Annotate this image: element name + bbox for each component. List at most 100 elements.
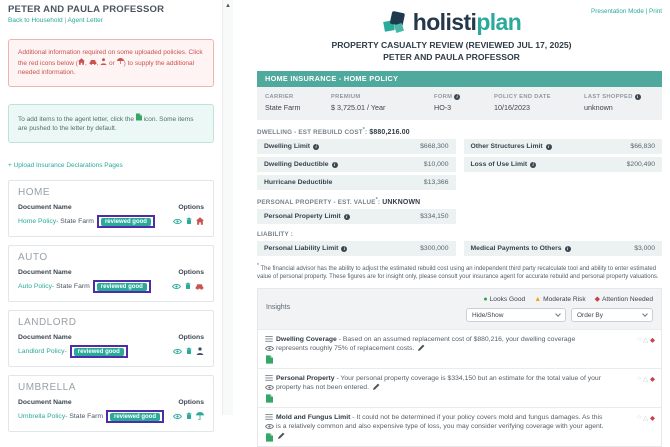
col-document-name: Document Name bbox=[18, 269, 72, 276]
info-icon[interactable]: i bbox=[565, 246, 571, 252]
info-icon[interactable]: i bbox=[454, 94, 460, 100]
eye-icon[interactable] bbox=[265, 345, 274, 352]
logo-text-holisti: holisti bbox=[413, 9, 477, 35]
tip-text: To add items to the agent letter, click … bbox=[18, 116, 136, 123]
status-triangle-icon[interactable]: △ bbox=[643, 336, 648, 364]
drag-handle-icon[interactable] bbox=[265, 414, 273, 420]
house-icon[interactable] bbox=[196, 217, 204, 225]
col-options: Options bbox=[178, 204, 204, 211]
umbrella-icon[interactable] bbox=[196, 412, 204, 420]
policy-card-umbrella: UMBRELLA Document Name Options Umbrella … bbox=[8, 375, 214, 432]
edit-pencil-icon[interactable] bbox=[278, 432, 285, 439]
insight-text: Mold and Fungus Limit - It could not be … bbox=[276, 413, 619, 442]
car-icon[interactable] bbox=[195, 283, 204, 290]
info-icon[interactable]: i bbox=[313, 144, 319, 150]
home-policy-link[interactable]: Home Policy- bbox=[18, 218, 58, 225]
delete-icon[interactable] bbox=[186, 347, 192, 355]
review-status-highlight: reviewed good bbox=[93, 280, 151, 293]
auto-policy-link[interactable]: Auto Policy- bbox=[18, 283, 54, 290]
status-circle-icon[interactable]: ○ bbox=[637, 336, 641, 364]
umbrella-policy-link[interactable]: Umbrella Policy- bbox=[18, 413, 67, 420]
hide-show-select[interactable]: Hide/Show bbox=[466, 308, 566, 322]
card-title: LANDLORD bbox=[18, 317, 204, 328]
insight-status-toggle[interactable]: ○ △ ◆ bbox=[619, 413, 655, 442]
status-circle-icon[interactable]: ○ bbox=[637, 414, 641, 442]
col-document-name: Document Name bbox=[18, 204, 72, 211]
attention-needed-icon: ◆ bbox=[595, 295, 600, 303]
info-icon[interactable]: i bbox=[341, 246, 347, 252]
info-icon[interactable]: i bbox=[344, 214, 350, 220]
carrier-suffix: State Farm bbox=[54, 283, 90, 290]
form-value: HO-3 bbox=[434, 103, 494, 112]
sidebar: PETER AND PAULA PROFESSOR Back to Househ… bbox=[0, 0, 222, 415]
info-label: PREMIUM bbox=[331, 94, 434, 100]
insights-title: Insights bbox=[266, 304, 290, 322]
coverage-value: $3,000 bbox=[634, 245, 655, 252]
upload-declarations-link[interactable]: + Upload Insurance Declarations Pages bbox=[8, 162, 123, 169]
coverage-label: Personal Property Limit bbox=[264, 213, 341, 220]
delete-icon[interactable] bbox=[186, 217, 192, 225]
chevron-down-icon bbox=[642, 311, 648, 317]
info-label: LAST SHOPPEDi bbox=[584, 94, 654, 100]
last-shopped-value: unknown bbox=[584, 103, 654, 112]
status-triangle-icon[interactable]: △ bbox=[643, 375, 648, 403]
landlord-icon[interactable] bbox=[196, 347, 204, 355]
page-title: PROPERTY CASUALTY REVIEW (REVIEWED JUL 1… bbox=[233, 40, 670, 52]
coverage-cell: Hurricane Deductible $13,366 bbox=[257, 175, 456, 190]
card-title: HOME bbox=[18, 187, 204, 198]
coverage-label: Medical Payments to Others bbox=[471, 245, 562, 252]
eye-icon[interactable] bbox=[265, 384, 274, 391]
status-diamond-icon[interactable]: ◆ bbox=[650, 336, 655, 364]
insights-card: Insights ●Looks Good ▲Moderate Risk ◆Att… bbox=[257, 288, 662, 447]
carrier-value: State Farm bbox=[265, 103, 331, 112]
coverage-cell: Loss of Use Limiti $200,490 bbox=[464, 157, 663, 172]
info-icon[interactable]: i bbox=[530, 162, 536, 168]
letter-icon[interactable] bbox=[266, 355, 273, 364]
personal-property-est-value: UNKNOWN bbox=[382, 199, 420, 206]
policy-card-landlord: LANDLORD Document Name Options Landlord … bbox=[8, 310, 214, 367]
personal-property-section-header: PERSONAL PROPERTY - EST. VALUE*: UNKNOWN bbox=[257, 197, 662, 206]
eye-icon[interactable] bbox=[265, 423, 274, 430]
view-icon[interactable] bbox=[173, 348, 182, 355]
looks-good-icon: ● bbox=[483, 296, 487, 303]
info-icon[interactable]: i bbox=[635, 94, 641, 100]
drag-handle-icon[interactable] bbox=[265, 336, 273, 342]
legend-label: Moderate Risk bbox=[543, 296, 586, 303]
sidebar-scrollbar[interactable]: ▲ bbox=[222, 0, 233, 415]
status-diamond-icon[interactable]: ◆ bbox=[650, 375, 655, 403]
insight-status-toggle[interactable]: ○ △ ◆ bbox=[619, 335, 655, 364]
view-icon[interactable] bbox=[173, 218, 182, 225]
coverage-cell: Medical Payments to Othersi $3,000 bbox=[464, 241, 663, 256]
view-icon[interactable] bbox=[173, 413, 182, 420]
drag-handle-icon[interactable] bbox=[265, 375, 273, 381]
info-icon[interactable]: i bbox=[332, 162, 338, 168]
print-link[interactable]: Print bbox=[649, 8, 662, 15]
col-options: Options bbox=[178, 399, 204, 406]
letter-icon[interactable] bbox=[266, 394, 273, 403]
agent-letter-link[interactable]: Agent Letter bbox=[68, 17, 103, 24]
back-to-household-link[interactable]: Back to Household bbox=[8, 17, 63, 24]
delete-icon[interactable] bbox=[185, 282, 191, 290]
edit-pencil-icon[interactable] bbox=[373, 383, 380, 390]
delete-icon[interactable] bbox=[186, 412, 192, 420]
umbrella-icon bbox=[117, 58, 124, 65]
info-icon[interactable]: i bbox=[546, 144, 552, 150]
edit-pencil-icon[interactable] bbox=[418, 344, 425, 351]
status-triangle-icon[interactable]: △ bbox=[643, 414, 648, 442]
status-circle-icon[interactable]: ○ bbox=[637, 375, 641, 403]
scroll-up-arrow[interactable]: ▲ bbox=[223, 3, 233, 9]
order-by-select[interactable]: Order By bbox=[571, 308, 653, 322]
agent-letter-tip: To add items to the agent letter, click … bbox=[8, 104, 214, 143]
card-title: UMBRELLA bbox=[18, 382, 204, 393]
insight-status-toggle[interactable]: ○ △ ◆ bbox=[619, 374, 655, 403]
landlord-policy-link[interactable]: Landlord Policy- bbox=[18, 348, 67, 355]
letter-icon[interactable] bbox=[266, 433, 273, 442]
premium-value: $ 3,725.01 / Year bbox=[331, 103, 434, 112]
liability-grid: Personal Liability Limiti $300,000 Medic… bbox=[257, 241, 662, 256]
status-badge: reviewed good bbox=[97, 283, 147, 291]
status-diamond-icon[interactable]: ◆ bbox=[650, 414, 655, 442]
view-icon[interactable] bbox=[172, 283, 181, 290]
col-document-name: Document Name bbox=[18, 399, 72, 406]
presentation-mode-link[interactable]: Presentation Mode bbox=[591, 8, 644, 15]
col-document-name: Document Name bbox=[18, 334, 72, 341]
